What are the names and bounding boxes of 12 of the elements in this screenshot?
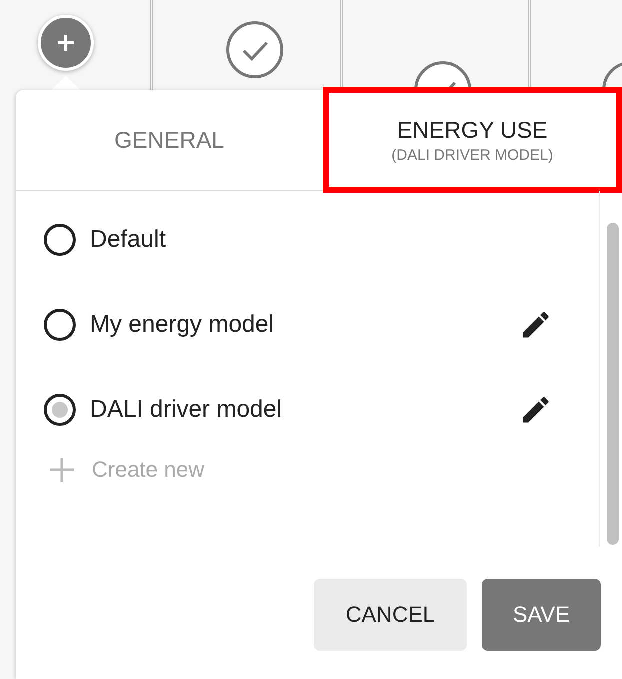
tab[interactable]: GENERAL: [16, 90, 323, 190]
add-button[interactable]: [38, 15, 94, 71]
radio-option[interactable]: Default: [44, 224, 166, 256]
check-circle-icon: [225, 20, 285, 80]
plus-icon: [48, 456, 76, 484]
save-button[interactable]: SAVE: [482, 579, 601, 651]
radio-option[interactable]: My energy model: [44, 308, 274, 340]
cancel-button[interactable]: CANCEL: [314, 579, 467, 651]
tab[interactable]: ENERGY USE (DALI DRIVER MODEL): [323, 87, 622, 193]
scrollbar[interactable]: [599, 191, 622, 547]
radio-option[interactable]: DALI driver model: [44, 394, 282, 426]
plus-icon: [55, 32, 77, 54]
